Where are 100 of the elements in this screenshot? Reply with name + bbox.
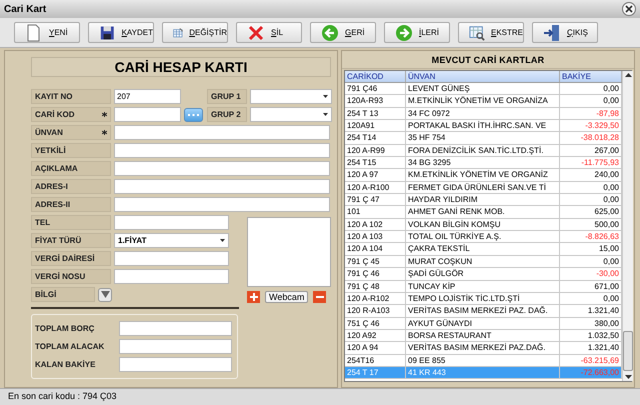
table-row[interactable]: 120 A-R100 FERMET GIDA ÜRÜNLERİ SAN.VE Tİ 0,00 <box>345 182 622 194</box>
table-row[interactable]: 120 A 97 KM.ETKİNLİK YÖNETİM VE ORGANİZ 240,00 <box>345 169 622 182</box>
field-label: KALAN BAKİYE <box>35 358 96 370</box>
table-cell: VOLKAN BİLGİN KOMŞU <box>406 218 560 230</box>
table-row[interactable]: 254T16 09 EE 855 -63.215,69 <box>345 354 622 367</box>
table-cell: 34 FC 0972 <box>406 108 560 120</box>
table-cell: 35 HF 754 <box>406 132 560 144</box>
table-row[interactable]: 791 Ç 46 ŞADİ GÜLGÖR -30,00 <box>345 268 622 280</box>
input-field[interactable]: 207 <box>114 89 181 104</box>
table-row[interactable]: 120 R-A103 VERİTAS BASIM MERKEZİ PAZ. DAĞ. 1.321,40 <box>345 305 622 318</box>
input-field[interactable] <box>114 197 330 212</box>
add-photo-button[interactable] <box>247 291 260 303</box>
field-label: BİLGİ <box>35 288 56 300</box>
table-row[interactable]: 254 T15 34 BG 3295 -11.775,93 <box>345 157 622 170</box>
scroll-up-icon[interactable] <box>624 73 632 77</box>
input-field[interactable] <box>114 161 330 176</box>
dropdown[interactable]: 1.FİYAT <box>114 233 229 248</box>
table-row[interactable]: 791 Ç46 LEVENT GÜNEŞ 0,00 <box>345 83 622 96</box>
toolbar-button[interactable]: SİL <box>236 22 302 43</box>
table-row[interactable]: 120 A 102 VOLKAN BİLGİN KOMŞU 500,00 <box>345 218 622 232</box>
table-cell: 254 T14 <box>345 132 406 144</box>
webcam-button[interactable]: Webcam <box>265 291 308 303</box>
table-row[interactable]: 254 T14 35 HF 754 -38.018,28 <box>345 132 622 145</box>
scroll-down-icon[interactable] <box>624 375 632 379</box>
toolbar-button[interactable]: YENİ <box>14 22 80 43</box>
column-header[interactable]: ÜNVAN <box>406 71 560 82</box>
input-field[interactable] <box>114 179 330 194</box>
table-cell: 254 T 17 <box>345 366 406 378</box>
table-row[interactable]: 101 AHMET GANİ RENK MOB. 625,00 <box>345 206 622 219</box>
table-cell: VERİTAS BASIM MERKEZİ PAZ. DAĞ. <box>406 305 560 317</box>
field-label: CARİ KOD <box>35 108 75 120</box>
table-cell: 120 R-A103 <box>345 305 406 317</box>
table-row[interactable]: 120 A 94 VERİTAS BASIM MERKEZİ PAZ.DAĞ. 1.321,40 <box>345 342 622 355</box>
table-cell: TUNCAY KİP <box>406 280 560 292</box>
field-label: VERGİ DAİRESİ <box>35 252 95 264</box>
input-field[interactable] <box>114 251 229 266</box>
table-row[interactable]: 120 A-R102 TEMPO LOJİSTİK TİC.LTD.ŞTİ 0,00 <box>345 292 622 306</box>
table-cell: 120 A-R102 <box>345 292 406 304</box>
status-text: En son cari kodu : 794 Ç03 <box>8 390 117 404</box>
toolbar-button[interactable]: KAYDET <box>88 22 154 43</box>
close-icon <box>625 5 633 13</box>
table-cell: 791 Ç 48 <box>345 280 406 292</box>
table-cell: 41 KR 443 <box>406 366 560 378</box>
table-row[interactable]: 791 Ç 45 MURAT COŞKUN 0,00 <box>345 256 622 268</box>
table-row[interactable]: 791 Ç 47 HAYDAR YILDIRIM 0,00 <box>345 194 622 206</box>
field-label: VERGİ NOSU <box>35 270 86 282</box>
table-row[interactable]: 120A-R93 M.ETKİNLİK YÖNETİM VE ORGANİZA 0,00 <box>345 95 622 108</box>
input-field[interactable] <box>119 339 232 354</box>
input-field[interactable] <box>119 357 232 372</box>
toolbar-button[interactable]: GERİ <box>310 22 376 43</box>
scrollbar[interactable] <box>622 71 633 381</box>
table-cell: 101 <box>345 206 406 218</box>
table-cell: 791 Ç 46 <box>345 268 406 280</box>
dropdown[interactable] <box>250 107 332 122</box>
table-row[interactable]: 120 A92 BORSA RESTAURANT 1.032,50 <box>345 330 622 342</box>
input-field[interactable] <box>114 215 229 230</box>
table-cell: 791 Ç 45 <box>345 256 406 268</box>
close-button[interactable] <box>622 2 636 16</box>
table-row[interactable]: 751 Ç 46 AYKUT GÜNAYDI 380,00 <box>345 318 622 330</box>
table-cell: TEMPO LOJİSTİK TİC.LTD.ŞTİ <box>406 292 560 304</box>
field-label: TOPLAM BORÇ <box>35 322 96 334</box>
table-cell: 120 A 104 <box>345 243 406 255</box>
input-field[interactable] <box>114 143 330 158</box>
table-cell: BORSA RESTAURANT <box>406 330 560 342</box>
field-label: TOPLAM ALACAK <box>35 340 106 352</box>
table-cell: M.ETKİNLİK YÖNETİM VE ORGANİZA <box>406 95 560 107</box>
input-field[interactable] <box>114 269 229 284</box>
table-cell: ÇAKRA TEKSTİL <box>406 243 560 255</box>
scroll-thumb[interactable] <box>623 331 633 371</box>
toolbar-button[interactable]: İLERİ <box>384 22 450 43</box>
table-cell: VERİTAS BASIM MERKEZİ PAZ.DAĞ. <box>406 342 560 354</box>
asterisk-icon <box>102 112 107 117</box>
column-header[interactable]: CARİKOD <box>345 71 406 82</box>
table-cell: 751 Ç 46 <box>345 318 406 329</box>
plus-icon <box>250 293 258 301</box>
dropdown[interactable] <box>250 89 332 104</box>
table-cell: 791 Ç 47 <box>345 194 406 206</box>
toolbar-button[interactable]: DEĞİŞTİR <box>162 22 228 43</box>
input-field[interactable] <box>114 107 181 122</box>
toolbar-button[interactable]: EKSTRE <box>458 22 524 43</box>
table-cell: 120A-R93 <box>345 95 406 107</box>
toolbar-button[interactable]: ÇIKIŞ <box>532 22 598 43</box>
table-row[interactable]: 791 Ç 48 TUNCAY KİP 671,00 <box>345 280 622 293</box>
remove-photo-button[interactable] <box>313 291 326 303</box>
table-row[interactable]: 120 A 104 ÇAKRA TEKSTİL 15,00 <box>345 243 622 256</box>
table-cell: FORA DENİZCİLİK SAN.TİC.LTD.ŞTİ. <box>406 144 560 156</box>
input-field[interactable] <box>114 125 330 140</box>
expand-button[interactable] <box>98 288 112 302</box>
dropdown-arrow-icon <box>323 113 328 116</box>
lookup-button[interactable] <box>184 108 203 122</box>
table-cell: MURAT COŞKUN <box>406 256 560 268</box>
table-row[interactable]: 120 A 103 TOTAL OIL TÜRKİYE A.Ş. -8.826,63 <box>345 231 622 244</box>
table-cell: PORTAKAL BASKI İTH.İHRC.SAN. VE <box>406 120 560 132</box>
table-row[interactable]: 120 A-R99 FORA DENİZCİLİK SAN.TİC.LTD.ŞTİ. 267,00 <box>345 144 622 158</box>
table-cell: 254T16 <box>345 354 406 366</box>
table-row[interactable]: 120A91 PORTAKAL BASKI İTH.İHRC.SAN. VE -3.329,50 <box>345 120 622 132</box>
input-field[interactable] <box>119 321 232 336</box>
table-row[interactable]: 254 T 13 34 FC 0972 -87,98 <box>345 108 622 120</box>
minus-icon <box>316 296 324 298</box>
table-cell: 34 BG 3295 <box>406 157 560 168</box>
